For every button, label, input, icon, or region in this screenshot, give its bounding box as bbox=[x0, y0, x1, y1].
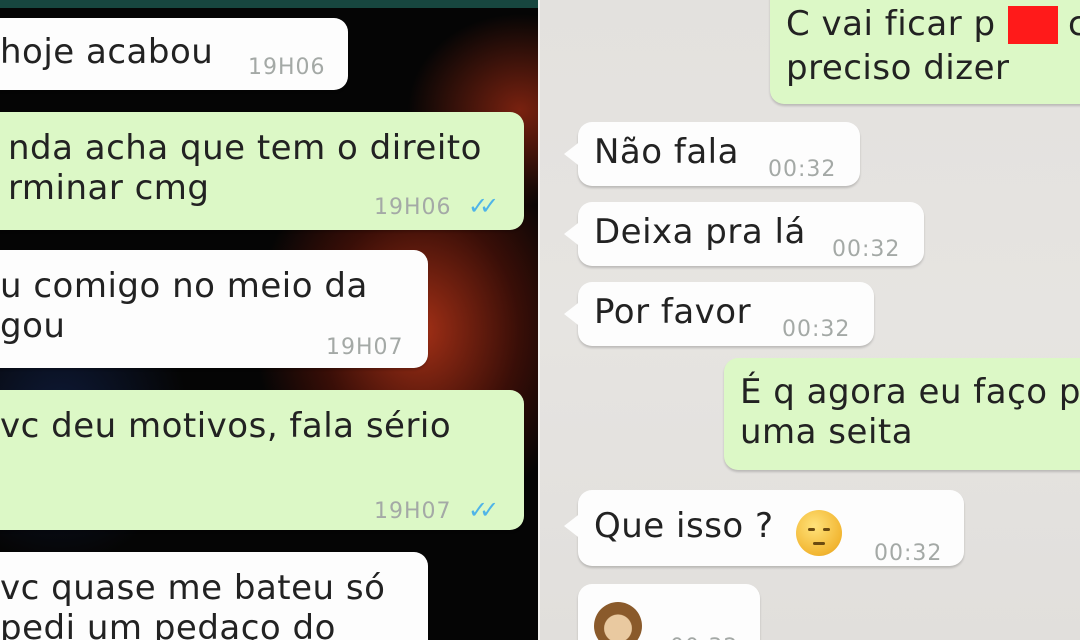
bubble-tail bbox=[564, 220, 582, 248]
double-check-icon: ✓✓ bbox=[468, 496, 499, 524]
message-time: 19H07 bbox=[374, 499, 452, 524]
message-text: É q agora eu faço p uma seita bbox=[740, 372, 1080, 452]
message-bubble-incoming[interactable]: hoje acabou 19H06 bbox=[0, 18, 348, 90]
message-bubble-incoming[interactable]: Não fala 00:32 bbox=[564, 122, 860, 186]
message-bubble-incoming[interactable]: Deixa pra lá 00:32 bbox=[564, 202, 924, 266]
bubble-tail bbox=[564, 300, 582, 328]
message-bubble-incoming[interactable]: Que isso ? 00:32 bbox=[564, 490, 964, 566]
message-text-tail: c bbox=[1068, 4, 1080, 44]
right-chat-screenshot: C vai ficar p c preciso dizer Não fala 0… bbox=[540, 0, 1080, 640]
message-text: Por favor bbox=[594, 292, 752, 332]
monkey-face-icon bbox=[594, 602, 642, 640]
message-time: 19H07 bbox=[326, 335, 404, 360]
message-bubble-outgoing[interactable]: C vai ficar p c preciso dizer bbox=[770, 0, 1080, 104]
bubble-tail bbox=[564, 140, 582, 168]
worried-face-icon bbox=[796, 510, 842, 556]
message-text: Que isso ? bbox=[594, 506, 774, 546]
message-bubble-outgoing[interactable]: É q agora eu faço p uma seita bbox=[724, 358, 1080, 470]
message-text: hoje acabou bbox=[0, 32, 214, 72]
bubble-tail bbox=[564, 512, 582, 540]
message-time: 00:32 bbox=[832, 237, 901, 262]
message-time: 00:32 bbox=[782, 317, 851, 342]
message-time: 00:32 bbox=[670, 628, 738, 640]
message-bubble-incoming[interactable]: vc quase me bateu só pedi um pedaço do bbox=[0, 552, 428, 640]
message-bubble-incoming[interactable]: Por favor 00:32 bbox=[564, 282, 874, 346]
message-text: vc quase me bateu só pedi um pedaço do bbox=[0, 568, 386, 640]
message-time: 00:32 bbox=[768, 157, 837, 182]
message-time: 19H06 bbox=[374, 195, 452, 220]
message-bubble-outgoing[interactable]: vc deu motivos, fala sério 19H07 ✓✓ bbox=[0, 390, 524, 530]
redaction-box bbox=[1008, 6, 1058, 44]
message-text-line2: preciso dizer bbox=[786, 48, 1010, 88]
chat-header-strip bbox=[0, 0, 540, 8]
message-bubble-incoming[interactable]: u comigo no meio da gou 19H07 bbox=[0, 250, 428, 368]
message-time: 00:32 bbox=[874, 541, 943, 566]
message-text: Deixa pra lá bbox=[594, 212, 806, 252]
message-text: Não fala bbox=[594, 132, 739, 172]
message-text: C vai ficar p bbox=[786, 4, 996, 44]
message-bubble-incoming[interactable]: 00:32 bbox=[578, 584, 760, 640]
left-chat-screenshot: hoje acabou 19H06 nda acha que tem o dir… bbox=[0, 0, 540, 640]
message-time: 19H06 bbox=[248, 55, 326, 80]
message-text: vc deu motivos, fala sério bbox=[0, 406, 452, 446]
message-text: u comigo no meio da gou bbox=[0, 266, 368, 346]
double-check-icon: ✓✓ bbox=[468, 192, 499, 220]
message-bubble-outgoing[interactable]: nda acha que tem o direito rminar cmg 19… bbox=[0, 112, 524, 230]
